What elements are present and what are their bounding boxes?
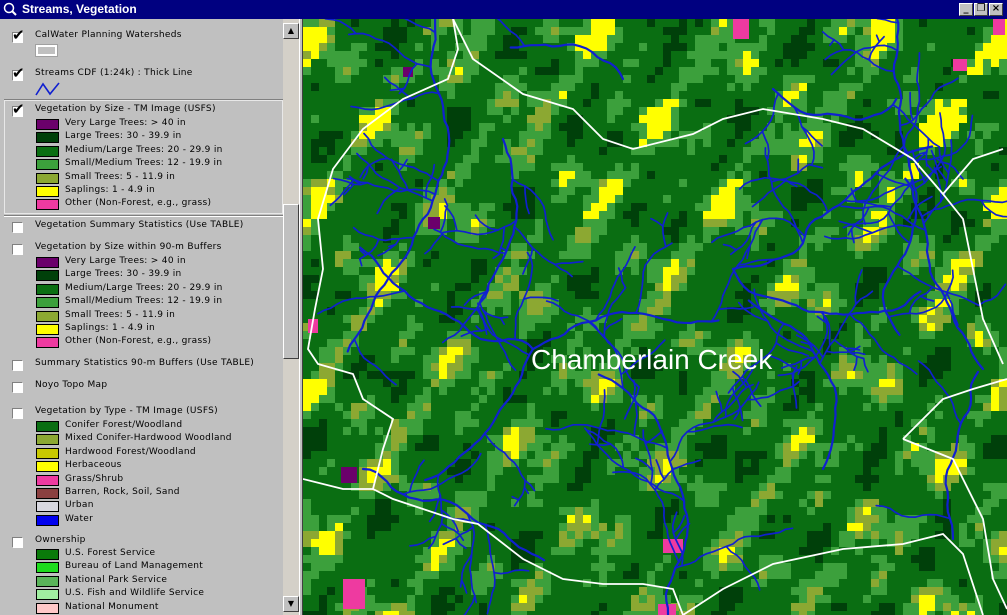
layer-7-class-3-label: Herbaceous (65, 460, 122, 471)
window-title-bar[interactable]: Streams, Vegetation _ ❐ × (0, 0, 1007, 19)
window-title: Streams, Vegetation (22, 2, 137, 16)
layer-2-class-3-label: Small/Medium Trees: 12 - 19.9 in (65, 158, 223, 169)
layer-7-class-5-label: Barren, Rock, Soil, Sand (65, 487, 180, 497)
layer-5-visibility-checkbox[interactable] (12, 360, 23, 371)
stream-segment (588, 443, 612, 447)
layer-0-visibility-checkbox[interactable] (12, 26, 25, 44)
layer-7-class-2-swatch (36, 447, 59, 459)
layer-6-visibility-checkbox[interactable] (12, 382, 23, 393)
scroll-down-button[interactable]: ▼ (283, 596, 299, 612)
layer-2-name[interactable]: Vegetation by Size - TM Image (USFS) (35, 104, 216, 114)
layer-4-class-1-label: Large Trees: 30 - 39.9 in (65, 269, 182, 280)
layer-7-class-5-swatch (36, 488, 59, 499)
layer-8-class-4-label: National Monument (65, 601, 159, 612)
layer-6-name[interactable]: Noyo Topo Map (35, 380, 107, 390)
layer-2-class-2-swatch (36, 145, 59, 157)
layer-2-class-4-swatch (36, 172, 59, 184)
layer-2-class-0-label: Very Large Trees: > 40 in (65, 118, 186, 128)
stream-line-symbol (35, 82, 60, 96)
grass-patch (953, 59, 967, 71)
very-large-tree-patch (341, 467, 357, 483)
very-large-tree-patch (428, 217, 440, 229)
layer-7-class-0-swatch (36, 421, 59, 432)
layer-8-class-2-label: National Park Service (65, 574, 168, 585)
grass-patch (343, 579, 365, 609)
layer-7-class-6-label: Urban (65, 500, 94, 511)
layer-7-name[interactable]: Vegetation by Type - TM Image (USFS) (35, 406, 218, 416)
layer-7-visibility-checkbox[interactable] (12, 408, 23, 419)
layer-4-class-2-swatch (36, 283, 59, 295)
layer-4-class-4-swatch (36, 310, 59, 322)
layer-2-class-0-swatch (36, 119, 59, 130)
layer-2-class-2-label: Medium/Large Trees: 20 - 29.9 in (65, 144, 223, 155)
layer-2-visibility-checkbox[interactable] (12, 100, 25, 118)
layer-2-class-1-swatch (36, 132, 59, 144)
layer-list: CalWater Planning Watersheds Streams CDF … (0, 19, 283, 615)
layer-2-class-1-label: Large Trees: 30 - 39.9 in (65, 131, 182, 142)
layer-2-class-6-label: Other (Non-Forest, e.g., grass) (65, 198, 212, 209)
layer-8-visibility-checkbox[interactable] (12, 537, 23, 548)
layer-2-class-3-swatch (36, 159, 59, 171)
layer-2-class-6-swatch (36, 199, 59, 211)
layer-divider (4, 99, 283, 101)
layer-4-class-6-label: Other (Non-Forest, e.g., grass) (65, 336, 212, 347)
table-of-contents: CalWater Planning Watersheds Streams CDF … (0, 19, 303, 615)
layer-4-class-0-swatch (36, 257, 59, 268)
layer-7-class-7-label: Water (65, 513, 94, 524)
layer-4-class-2-label: Medium/Large Trees: 20 - 29.9 in (65, 282, 223, 293)
layer-8-class-0-swatch (36, 549, 59, 560)
layer-4-class-3-swatch (36, 297, 59, 309)
layer-7-class-4-label: Grass/Shrub (65, 473, 124, 484)
layer-7-class-2-label: Hardwood Forest/Woodland (65, 446, 196, 457)
globe-icon (3, 2, 17, 16)
layer-8-class-1-swatch (36, 562, 59, 574)
layer-3-visibility-checkbox[interactable] (12, 222, 23, 233)
vegetation-map (303, 19, 1007, 615)
layer-2-class-5-label: Saplings: 1 - 4.9 in (65, 185, 156, 195)
layer-1-visibility-checkbox[interactable] (12, 64, 25, 82)
layer-1-name[interactable]: Streams CDF (1:24k) : Thick Line (35, 68, 193, 78)
layer-2-class-5-swatch (36, 186, 59, 197)
layer-8-class-2-swatch (36, 575, 59, 587)
minimize-button[interactable]: _ (959, 3, 973, 16)
layer-7-class-3-swatch (36, 461, 59, 473)
grass-patch (733, 19, 749, 39)
layer-2-class-4-label: Small Trees: 5 - 11.9 in (65, 171, 176, 182)
layer-4-class-1-swatch (36, 270, 59, 282)
layer-4-class-6-swatch (36, 337, 59, 349)
layer-4-name[interactable]: Vegetation by Size within 90-m Buffers (35, 242, 222, 252)
layer-7-class-1-swatch (36, 434, 59, 446)
layer-8-class-0-label: U.S. Forest Service (65, 548, 156, 558)
restore-button[interactable]: ❐ (974, 3, 988, 16)
layer-7-class-6-swatch (36, 501, 59, 513)
scroll-up-button[interactable]: ▲ (283, 23, 299, 39)
layer-7-class-4-swatch (36, 474, 59, 486)
layer-7-class-1-label: Mixed Conifer-Hardwood Woodland (65, 433, 232, 444)
grass-patch (993, 19, 1005, 35)
layer-8-class-3-swatch (36, 589, 59, 601)
watershed-label: Chamberlain Creek (531, 344, 773, 375)
scroll-thumb[interactable] (283, 204, 299, 359)
layer-8-name[interactable]: Ownership (35, 535, 86, 545)
layer-7-class-0-label: Conifer Forest/Woodland (65, 420, 183, 430)
layer-5-name[interactable]: Summary Statistics 90-m Buffers (Use TAB… (35, 358, 254, 368)
layer-7-class-7-swatch (36, 514, 59, 526)
toc-scrollbar[interactable]: ▲ ▼ (283, 19, 299, 615)
layer-4-class-5-label: Saplings: 1 - 4.9 in (65, 323, 156, 333)
layer-0-name[interactable]: CalWater Planning Watersheds (35, 30, 182, 40)
watershed-polygon-symbol (35, 44, 58, 57)
layer-3-name[interactable]: Vegetation Summary Statistics (Use TABLE… (35, 220, 244, 230)
layer-4-class-3-label: Small/Medium Trees: 12 - 19.9 in (65, 296, 223, 307)
layer-4-class-0-label: Very Large Trees: > 40 in (65, 256, 186, 266)
layer-8-class-4-swatch (36, 602, 59, 614)
map-view[interactable]: Chamberlain Creek (303, 19, 1007, 615)
close-button[interactable]: × (989, 3, 1003, 16)
layer-4-class-5-swatch (36, 324, 59, 335)
layer-8-class-1-label: Bureau of Land Management (65, 561, 204, 572)
layer-8-class-3-label: U.S. Fish and Wildlife Service (65, 588, 205, 599)
layer-4-class-4-label: Small Trees: 5 - 11.9 in (65, 309, 176, 320)
layer-4-visibility-checkbox[interactable] (12, 244, 23, 255)
layer-divider (4, 215, 283, 217)
